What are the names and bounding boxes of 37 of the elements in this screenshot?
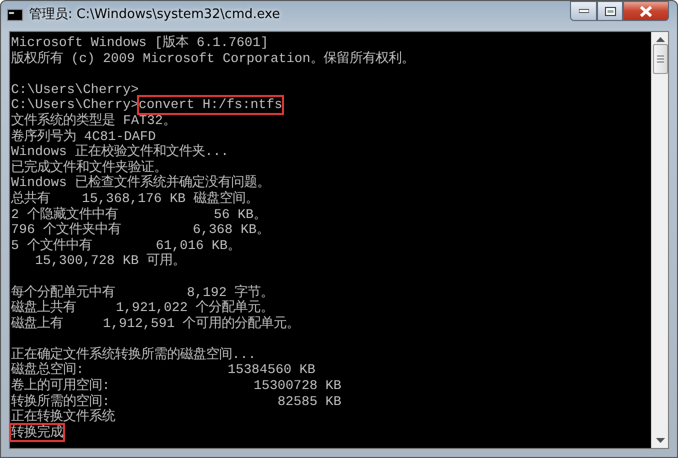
scroll-down-icon[interactable] [656, 438, 664, 443]
console-line: 正在转换文件系统 [11, 409, 115, 425]
grip-icon [656, 55, 664, 63]
scrollbar[interactable] [651, 32, 668, 448]
console-line: 磁盘总空间: 15384560 KB [11, 362, 316, 378]
console-line: 796 个文件夹中有 6,368 KB。 [11, 222, 270, 238]
window-title: 管理员: C:\Windows\system32\cmd.exe [29, 6, 280, 24]
console-line: 已完成文件和文件夹验证。 [11, 160, 167, 175]
highlighted-console-text: convert H:/fs:ntfs [138, 97, 282, 113]
maximize-button[interactable] [597, 1, 623, 21]
console-line: 版权所有 (c) 2009 Microsoft Corporation。保留所有权利。 [11, 50, 414, 66]
maximize-icon [604, 6, 616, 16]
console-line: 总共有 15,368,176 KB 磁盘空间。 [11, 190, 259, 206]
console-app-icon [7, 9, 23, 21]
console-line: Microsoft Windows [版本 6.1.7601] [11, 35, 268, 51]
console-line: Windows 已检查文件系统并确定没有问题。 [11, 175, 270, 190]
highlighted-console-text: 转换完成 [11, 424, 63, 440]
console-line: 正在确定文件系统转换所需的磁盘空间... [11, 346, 256, 362]
console-line: 转换所需的空间: 82585 KB [11, 394, 342, 409]
scroll-up-icon[interactable] [656, 37, 664, 42]
console-line: 磁盘上有 1,912,591 个可用的分配单元。 [11, 316, 300, 332]
console-line: Windows 正在校验文件和文件夹... [11, 144, 229, 160]
minimize-icon [578, 9, 588, 13]
console-line: 磁盘上共有 1,921,022 个分配单元。 [11, 300, 274, 316]
console-line: 2 个隐藏文件中有 56 KB。 [11, 206, 267, 222]
console-line: C:\Users\Cherry> [11, 97, 139, 112]
close-button[interactable] [623, 1, 669, 21]
console-line: 卷上的可用空间: 15300728 KB [11, 378, 342, 394]
close-icon [639, 6, 653, 16]
console-line: 卷序列号为 4C81-DAFD [11, 128, 156, 144]
console-line: 文件系统的类型是 FAT32。 [11, 112, 176, 128]
console-line: 每个分配单元中有 8,192 字节。 [11, 284, 274, 300]
console-line: 5 个文件中有 61,016 KB。 [11, 238, 241, 254]
console-line: 15,300,728 KB 可用。 [34, 253, 186, 269]
scroll-thumb[interactable] [652, 44, 668, 74]
minimize-button[interactable] [570, 1, 597, 21]
console-line: C:\Users\Cherry> [11, 82, 139, 98]
